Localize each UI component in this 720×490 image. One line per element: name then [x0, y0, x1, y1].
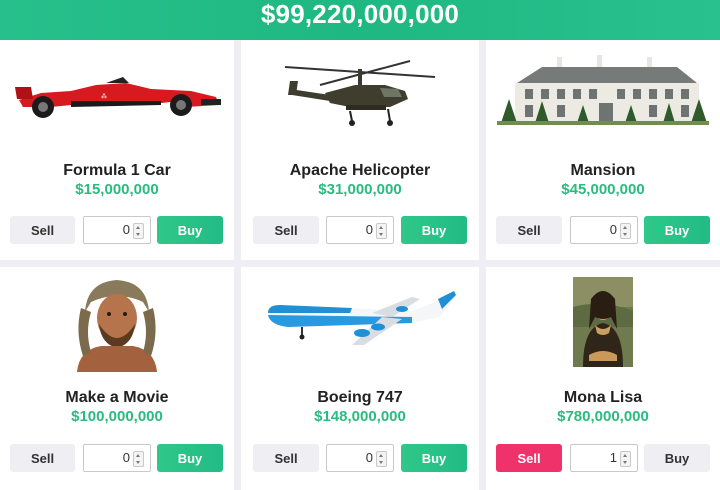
item-name: Mansion: [570, 162, 636, 179]
item-price: $100,000,000: [71, 408, 163, 425]
product-card-f1-car: ⁂ Formula 1 Car $15,000,000 Sell 0 Buy: [0, 40, 234, 260]
product-card-movie: Make a Movie $100,000,000 Sell 0 Buy: [0, 267, 234, 490]
sell-button[interactable]: Sell: [10, 444, 75, 472]
item-price: $780,000,000: [557, 408, 649, 425]
quantity-value: 0: [609, 222, 617, 237]
item-price: $45,000,000: [561, 181, 645, 198]
item-price: $31,000,000: [318, 181, 402, 198]
movie-actor-icon: [0, 267, 234, 377]
sell-button[interactable]: Sell: [496, 216, 562, 244]
spinner-arrows-icon[interactable]: [620, 223, 631, 239]
spinner-arrows-icon[interactable]: [376, 223, 387, 239]
quantity-value: 1: [609, 450, 617, 465]
product-card-helicopter: Apache Helicopter $31,000,000 Sell 0 Buy: [241, 40, 479, 260]
item-name: Apache Helicopter: [289, 162, 431, 179]
money-total: $99,220,000,000: [260, 0, 460, 29]
item-name: Boeing 747: [317, 389, 403, 406]
quantity-stepper[interactable]: 1: [570, 444, 638, 472]
buy-button[interactable]: Buy: [644, 444, 710, 472]
buy-button[interactable]: Buy: [401, 444, 467, 472]
buy-button[interactable]: Buy: [401, 216, 467, 244]
spinner-arrows-icon[interactable]: [133, 223, 144, 239]
quantity-stepper[interactable]: 0: [570, 216, 638, 244]
quantity-value: 0: [365, 222, 373, 237]
sell-button[interactable]: Sell: [253, 216, 319, 244]
quantity-stepper[interactable]: 0: [326, 444, 394, 472]
sell-button[interactable]: Sell: [496, 444, 562, 472]
item-price: $15,000,000: [75, 181, 159, 198]
item-name: Formula 1 Car: [63, 162, 171, 179]
item-name: Make a Movie: [65, 389, 169, 406]
quantity-value: 0: [122, 450, 130, 465]
buy-button[interactable]: Buy: [644, 216, 710, 244]
mansion-icon: [486, 40, 720, 150]
airplane-icon: [241, 267, 479, 377]
svg-text:⁂: ⁂: [101, 94, 107, 100]
quantity-stepper[interactable]: 0: [326, 216, 394, 244]
product-card-boeing: Boeing 747 $148,000,000 Sell 0 Buy: [241, 267, 479, 490]
buy-button[interactable]: Buy: [157, 444, 223, 472]
product-card-mona-lisa: Mona Lisa $780,000,000 Sell 1 Buy: [486, 267, 720, 490]
quantity-stepper[interactable]: 0: [83, 444, 151, 472]
spinner-arrows-icon[interactable]: [376, 451, 387, 467]
item-price: $148,000,000: [314, 408, 406, 425]
spinner-arrows-icon[interactable]: [620, 451, 631, 467]
helicopter-icon: [241, 40, 479, 150]
quantity-stepper[interactable]: 0: [83, 216, 151, 244]
product-card-mansion: Mansion $45,000,000 Sell 0 Buy: [486, 40, 720, 260]
spinner-arrows-icon[interactable]: [133, 451, 144, 467]
money-header: $99,220,000,000: [0, 0, 720, 40]
f1-car-icon: ⁂: [0, 40, 234, 150]
sell-button[interactable]: Sell: [10, 216, 75, 244]
painting-icon: [486, 267, 720, 377]
buy-button[interactable]: Buy: [157, 216, 223, 244]
quantity-value: 0: [122, 222, 130, 237]
item-name: Mona Lisa: [563, 389, 643, 406]
sell-button[interactable]: Sell: [253, 444, 319, 472]
quantity-value: 0: [365, 450, 373, 465]
